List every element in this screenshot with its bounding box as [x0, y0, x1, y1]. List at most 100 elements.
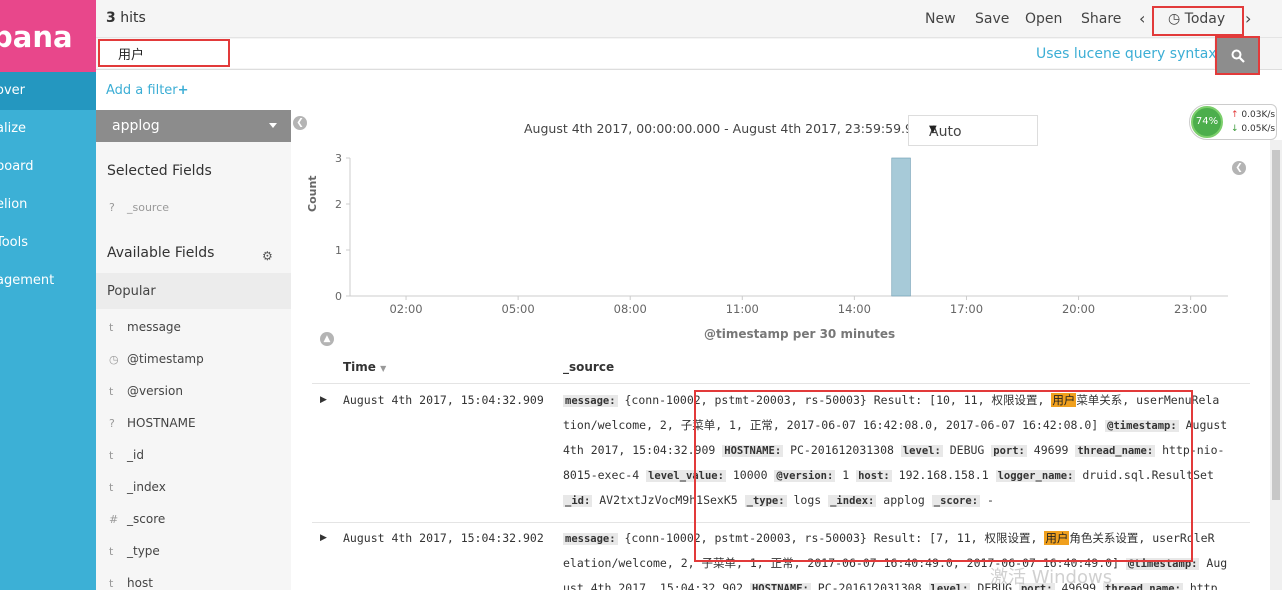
add-filter-link[interactable]: Add a filter+ — [106, 83, 189, 98]
source-line: elation/welcome, 2, 子菜单, 1, 正常, 2017-06-… — [563, 551, 1243, 576]
field-key: level: — [900, 445, 943, 457]
field-key: HOSTNAME: — [722, 445, 784, 457]
field-item[interactable]: ? HOSTNAME — [109, 416, 196, 436]
field-value: 49699 — [1026, 443, 1076, 457]
scrollbar-thumb[interactable] — [1272, 150, 1280, 500]
chart-y-axis-label: Count — [306, 175, 319, 212]
column-header-source: _source — [563, 360, 615, 374]
lucene-syntax-link[interactable]: Uses lucene query syntax — [1036, 46, 1217, 62]
nav-item-timelion[interactable]: elion — [0, 186, 96, 224]
x-tick-label: 05:00 — [502, 302, 535, 313]
nav-item-label: elion — [0, 197, 28, 212]
y-tick-label: 2 — [335, 198, 342, 211]
field-value: applog — [876, 493, 932, 507]
row-timestamp: August 4th 2017, 15:04:32.909 — [343, 393, 544, 407]
field-type-icon: t — [109, 481, 114, 494]
field-value: 192.168.158.1 — [891, 468, 996, 482]
field-type-icon: t — [109, 449, 114, 462]
field-name: @timestamp — [127, 352, 204, 366]
field-value: 8015-exec-4 — [563, 468, 647, 482]
cpu-percent-badge: 74% — [1191, 106, 1223, 138]
search-button[interactable] — [1215, 36, 1260, 75]
left-nav: bana over alize board elion Tools agemen… — [0, 0, 96, 590]
save-button[interactable]: Save — [975, 11, 1009, 27]
nav-item-dashboard[interactable]: board — [0, 148, 96, 186]
field-type-icon: t — [109, 577, 114, 590]
index-pattern-select[interactable]: applog — [96, 110, 291, 142]
field-value: Aug — [1199, 556, 1228, 570]
nav-item-label: agement — [0, 273, 55, 288]
field-item[interactable]: t _index — [109, 480, 166, 500]
open-button[interactable]: Open — [1025, 11, 1062, 27]
nav-item-discover[interactable]: over — [0, 72, 96, 110]
expand-row-icon[interactable]: ▶ — [320, 533, 327, 543]
field-item[interactable]: t host — [109, 576, 153, 590]
source-line: _id: AV2txtJzVocM9h1SexK5 _type: logs _i… — [563, 488, 1243, 513]
field-value: http — [1182, 581, 1218, 590]
field-value: 4th 2017, 15:04:32.909 — [563, 443, 723, 457]
field-item[interactable]: ? _source — [109, 201, 169, 221]
field-item[interactable]: t _id — [109, 448, 144, 468]
nav-item-label: over — [0, 83, 25, 98]
histogram-bar[interactable] — [891, 157, 911, 297]
new-button[interactable]: New — [925, 11, 956, 27]
source-line: 8015-exec-4 level_value: 10000 @version:… — [563, 463, 1243, 488]
collapse-sidebar-icon[interactable]: ❮ — [293, 116, 307, 130]
field-type-icon: t — [109, 545, 114, 558]
nav-item-dev-tools[interactable]: Tools — [0, 224, 96, 262]
field-value: DEBUG — [942, 443, 992, 457]
collapse-up-icon[interactable]: ▲ — [320, 332, 334, 346]
histogram-chart[interactable]: 0 1 2 3 02:00 05:00 08:00 11:00 14:00 17:00 20:00 2… — [310, 148, 1240, 313]
field-value: tion/welcome, 2, 子菜单, 1, 正常, 2017-06-07 … — [563, 418, 1106, 432]
field-key: @version: — [774, 470, 836, 482]
plus-icon: + — [177, 83, 189, 98]
interval-select[interactable]: Auto ▼ — [908, 115, 1038, 146]
field-item[interactable]: # _score — [109, 512, 165, 532]
source-line: message: {conn-10002, pstmt-20003, rs-50… — [563, 526, 1243, 551]
column-header-time[interactable]: Time ▼ — [343, 360, 386, 374]
nav-item-management[interactable]: agement — [0, 262, 96, 300]
field-value: ust 4th 2017, 15:04:32.902 — [563, 581, 750, 590]
field-value: 10000 — [725, 468, 775, 482]
nav-item-visualize[interactable]: alize — [0, 110, 96, 148]
row-timestamp: August 4th 2017, 15:04:32.902 — [343, 531, 544, 545]
selected-fields-heading: Selected Fields — [107, 163, 212, 179]
field-type-icon: # — [109, 513, 119, 526]
expand-row-icon[interactable]: ▶ — [320, 395, 327, 405]
available-fields-heading: Available Fields — [107, 245, 215, 261]
field-type-icon: t — [109, 385, 114, 398]
field-item[interactable]: ◷ @timestamp — [109, 352, 204, 372]
kibana-logo[interactable]: bana — [0, 0, 96, 72]
kibana-discover-screen: bana over alize board elion Tools agemen… — [0, 0, 1282, 590]
field-sidebar: applog Selected Fields ? _source Availabl… — [96, 110, 291, 590]
y-tick-label: 0 — [335, 290, 342, 303]
field-value: 1 — [835, 468, 857, 482]
field-value: druid.sql.ResultSet — [1075, 468, 1214, 482]
field-name: @version — [127, 384, 183, 398]
chevron-left-icon[interactable]: ‹ — [1139, 9, 1145, 28]
field-value: AV2txtJzVocM9h1SexK5 — [592, 493, 745, 507]
share-button[interactable]: Share — [1081, 11, 1121, 27]
field-key: level_value: — [646, 470, 726, 482]
field-key: port: — [991, 445, 1027, 457]
field-key: thread_name: — [1103, 583, 1183, 590]
field-key: _id: — [563, 495, 593, 507]
x-tick-label: 08:00 — [614, 302, 647, 313]
field-type-icon: t — [109, 321, 114, 334]
field-item[interactable]: t message — [109, 320, 181, 340]
gear-icon[interactable]: ⚙ — [262, 249, 273, 263]
caret-down-icon: ▼ — [929, 124, 937, 135]
page-scrollbar[interactable] — [1270, 140, 1282, 590]
field-item[interactable]: t _type — [109, 544, 160, 564]
sort-down-icon[interactable]: ▼ — [380, 364, 386, 373]
field-item[interactable]: t @version — [109, 384, 183, 404]
query-bar: Uses lucene query syntax — [96, 36, 1282, 75]
arrow-up-icon: ↑ — [1231, 110, 1239, 120]
column-header-label: Time — [343, 360, 376, 374]
y-tick-label: 3 — [335, 152, 342, 165]
field-key: _score: — [931, 495, 981, 507]
x-tick-label: 17:00 — [950, 302, 983, 313]
chevron-right-icon[interactable]: › — [1245, 9, 1251, 28]
field-key: _index: — [828, 495, 877, 507]
upload-speed: ↑ 0.03K/s — [1231, 110, 1275, 120]
